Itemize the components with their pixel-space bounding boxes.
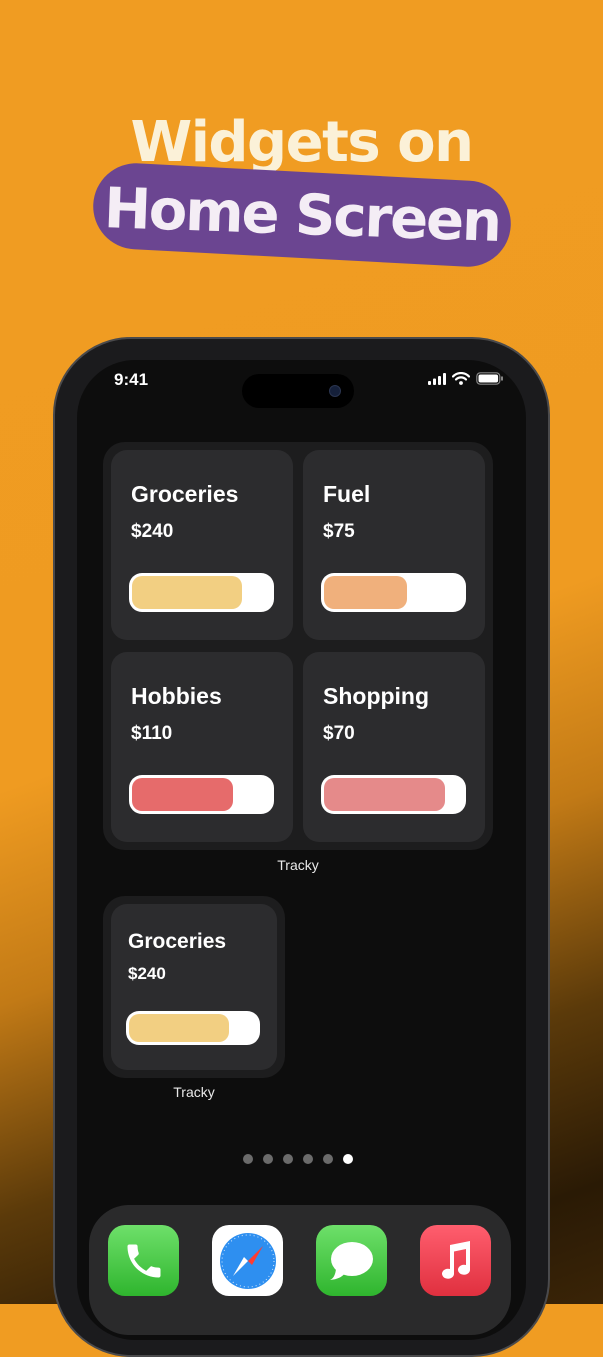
card-category: Fuel	[323, 481, 371, 507]
dock	[89, 1205, 511, 1335]
messages-icon[interactable]	[316, 1225, 387, 1296]
card-category: Groceries	[131, 481, 239, 507]
page-dot[interactable]	[283, 1154, 293, 1164]
budget-card-fuel[interactable]: Fuel $75	[303, 450, 485, 640]
budget-card-shopping[interactable]: Shopping $70	[303, 652, 485, 842]
page-indicator[interactable]	[243, 1154, 353, 1164]
headline-line1: Widgets on	[130, 110, 474, 175]
card-category: Hobbies	[131, 683, 222, 709]
music-icon[interactable]	[420, 1225, 491, 1296]
card-category: Shopping	[323, 683, 430, 709]
widget-app-label: Tracky	[173, 1084, 215, 1100]
headline-pill: Home Screen	[91, 161, 513, 269]
page-dot[interactable]	[243, 1154, 253, 1164]
progress-bar	[126, 1011, 260, 1045]
status-time: 9:41	[114, 370, 149, 389]
budget-card-groceries-small[interactable]: Groceries $240	[111, 904, 277, 1070]
card-amount: $75	[323, 521, 355, 542]
progress-bar	[129, 775, 274, 814]
phone-screen: 9:41 Groceries $240 Fuel $75 Hobbies $11…	[77, 360, 526, 1340]
status-icons	[428, 372, 504, 385]
phone-icon[interactable]	[108, 1225, 179, 1296]
progress-bar	[129, 573, 274, 612]
progress-fill	[132, 778, 234, 811]
card-category: Groceries	[128, 930, 227, 953]
cellular-signal-icon	[428, 372, 446, 385]
page-dot[interactable]	[303, 1154, 313, 1164]
card-amount: $240	[128, 964, 166, 983]
dynamic-island	[242, 374, 354, 408]
wifi-icon	[452, 372, 470, 385]
card-amount: $70	[323, 723, 355, 744]
camera-icon	[329, 385, 341, 397]
battery-icon	[476, 372, 503, 385]
budget-card-groceries[interactable]: Groceries $240	[111, 450, 293, 640]
card-amount: $240	[131, 521, 174, 542]
page-dot[interactable]	[263, 1154, 273, 1164]
progress-bar	[321, 573, 466, 612]
progress-bar	[321, 775, 466, 814]
safari-icon[interactable]	[212, 1225, 283, 1296]
progress-fill	[324, 778, 445, 811]
page-dot[interactable]	[323, 1154, 333, 1164]
progress-fill	[324, 576, 408, 609]
progress-fill	[129, 1014, 229, 1042]
widget-small-tracky[interactable]: Groceries $240	[103, 896, 285, 1078]
card-amount: $110	[131, 723, 173, 744]
widget-app-label: Tracky	[277, 857, 319, 873]
progress-fill	[132, 576, 242, 609]
widget-large-tracky[interactable]: Groceries $240 Fuel $75 Hobbies $110 Sho…	[103, 442, 493, 850]
headline-line2: Home Screen	[102, 175, 502, 255]
page-dot[interactable]	[343, 1154, 353, 1164]
budget-card-hobbies[interactable]: Hobbies $110	[111, 652, 293, 842]
